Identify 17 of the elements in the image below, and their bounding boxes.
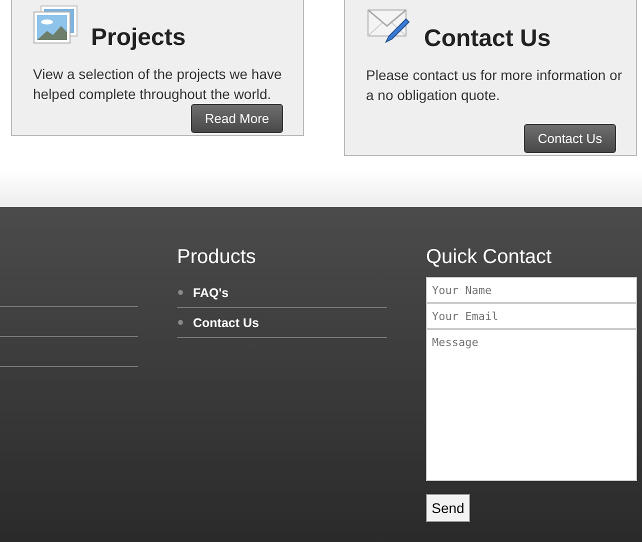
footer-link[interactable]: FAQ's (193, 286, 229, 300)
products-heading: Products (177, 245, 257, 269)
card-description: Please contact us for more information or a no obligation quote. (366, 66, 624, 105)
bullet-icon (178, 320, 183, 325)
pictures-icon (33, 5, 79, 45)
input-field[interactable]: Your Email (426, 303, 637, 329)
bullet-icon (178, 290, 183, 295)
card-button[interactable]: Contact Us (524, 124, 616, 153)
card-description: View a selection of the projects we have helped complete throughout the world. (33, 65, 283, 104)
quick-contact-heading: Quick Contact (426, 245, 553, 269)
message-field[interactable]: Message (426, 329, 637, 481)
card-button[interactable]: Read More (191, 104, 283, 133)
input-field[interactable]: Your Name (426, 277, 637, 303)
send-button[interactable]: Send (426, 494, 470, 522)
footer-link[interactable]: Contact Us (193, 316, 259, 330)
card-title: Projects (91, 26, 186, 51)
card-title: Contact Us (424, 27, 551, 52)
